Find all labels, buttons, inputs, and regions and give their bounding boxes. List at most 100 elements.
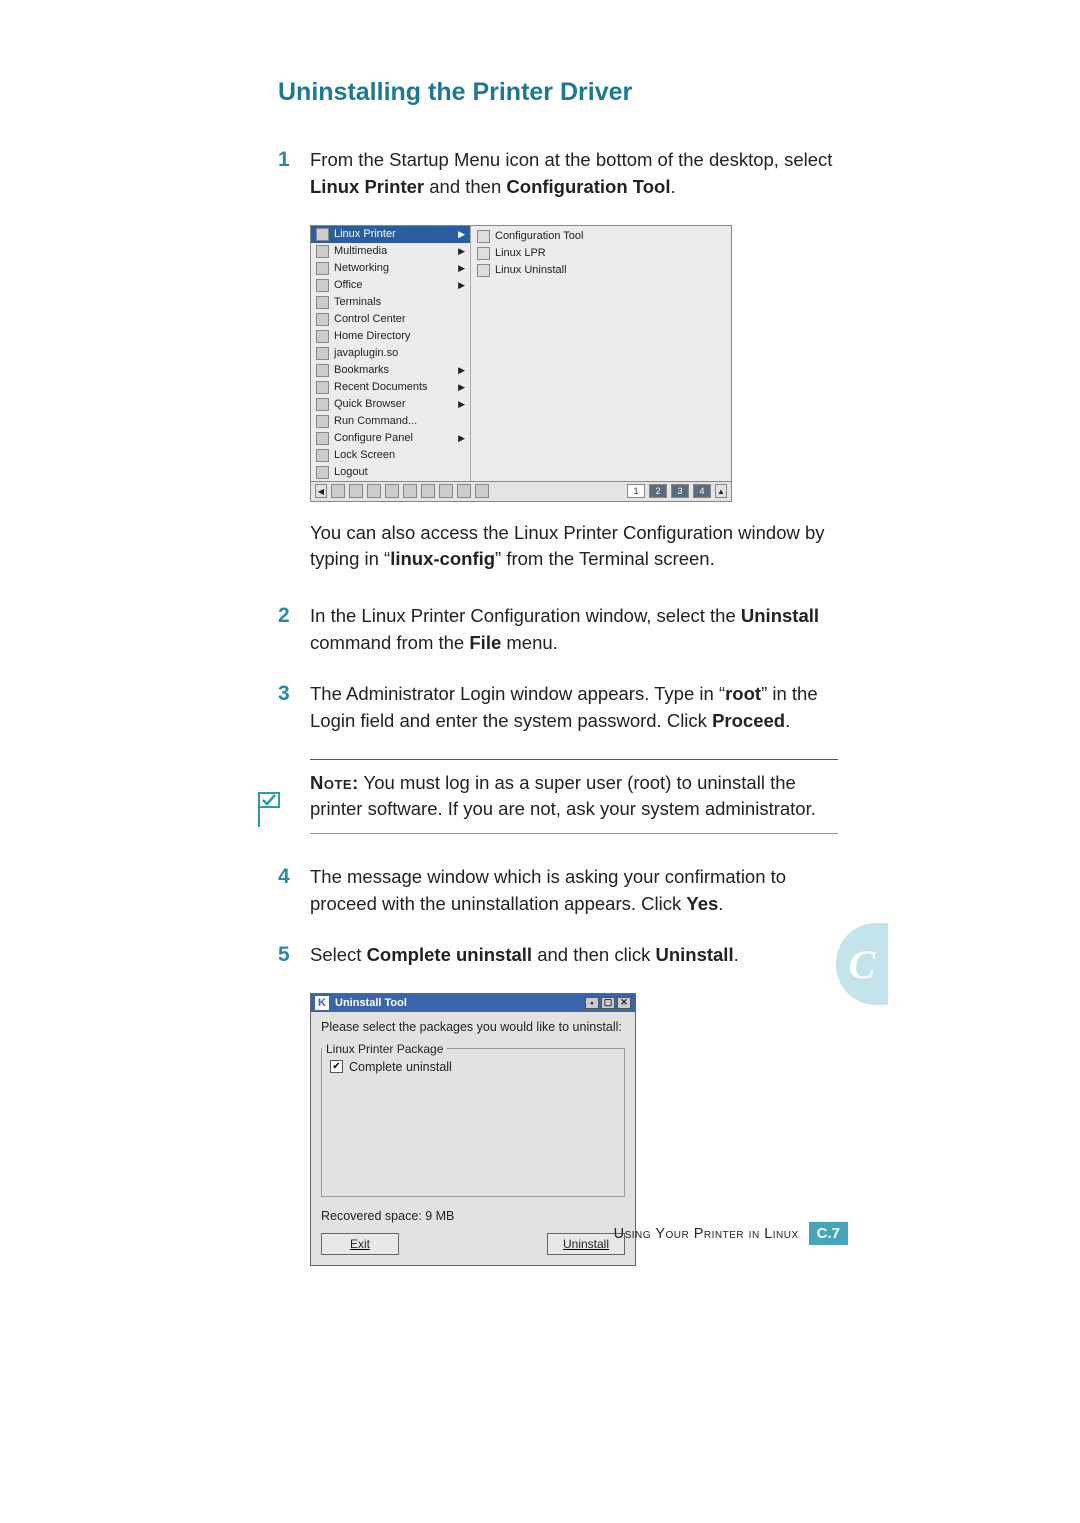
step-1: 1 From the Startup Menu icon at the bott… (278, 147, 838, 201)
note-callout: Note: You must log in as a super user (r… (310, 759, 838, 835)
step-number: 1 (278, 147, 310, 201)
menu-item-linux-printer[interactable]: Linux Printer▶ (311, 226, 470, 243)
taskbar-icon[interactable] (331, 484, 345, 498)
t: . (718, 893, 723, 914)
t: Select (310, 944, 367, 965)
taskbar-icon[interactable] (385, 484, 399, 498)
t: Proceed (712, 710, 785, 731)
note-text: You must log in as a super user (root) t… (310, 772, 816, 820)
menu-item[interactable]: Office▶ (311, 277, 470, 294)
t: and then (424, 176, 506, 197)
badge-prefix: C. (817, 1225, 832, 1242)
label: Linux Uninstall (495, 264, 567, 276)
recovered-space-label: Recovered space: 9 MB (321, 1209, 625, 1223)
t: In the Linux Printer Configuration windo… (310, 605, 741, 626)
app-icon (316, 432, 329, 445)
menu-item[interactable]: Terminals (311, 294, 470, 311)
app-icon (316, 313, 329, 326)
pager-button[interactable]: 4 (693, 484, 711, 498)
t: root (725, 683, 761, 704)
note-label: Note: (310, 772, 359, 793)
app-icon (316, 347, 329, 360)
t: Yes (686, 893, 718, 914)
app-icon (477, 230, 490, 243)
taskbar-icon[interactable] (403, 484, 417, 498)
t: From the Startup Menu icon at the bottom… (310, 149, 832, 170)
checkbox-row[interactable]: ✔ Complete uninstall (322, 1056, 624, 1078)
menu-item[interactable]: Control Center (311, 311, 470, 328)
taskbar-icon[interactable] (475, 484, 489, 498)
submenu-arrow-icon: ▶ (458, 365, 465, 376)
app-icon (316, 381, 329, 394)
t: and then click (532, 944, 655, 965)
submenu-arrow-icon: ▶ (458, 382, 465, 393)
taskbar-left-arrow-icon[interactable]: ◀ (315, 484, 327, 498)
taskbar-up-arrow-icon[interactable]: ▲ (715, 484, 727, 498)
window-maximize-icon[interactable]: ▢ (601, 997, 615, 1009)
t: Linux Printer (310, 176, 424, 197)
menu-item[interactable]: Networking▶ (311, 260, 470, 277)
taskbar-icon[interactable] (349, 484, 363, 498)
app-icon (477, 247, 490, 260)
step-number: 2 (278, 603, 310, 657)
t: Configuration Tool (506, 176, 670, 197)
app-icon (316, 449, 329, 462)
submenu-arrow-icon: ▶ (458, 229, 465, 240)
exit-button[interactable]: Exit (321, 1233, 399, 1255)
menu-item[interactable]: Home Directory (311, 328, 470, 345)
step-text: The message window which is asking your … (310, 864, 838, 918)
label: Linux LPR (495, 247, 546, 259)
submenu-item[interactable]: Configuration Tool (471, 228, 731, 245)
label: Run Command... (334, 415, 417, 427)
submenu-item[interactable]: Linux Uninstall (471, 262, 731, 279)
label: Configuration Tool (495, 230, 583, 242)
app-icon (316, 245, 329, 258)
step-2: 2 In the Linux Printer Configuration win… (278, 603, 838, 657)
window-close-icon[interactable]: ✕ (617, 997, 631, 1009)
window-titlebar[interactable]: K Uninstall Tool • ▢ ✕ (311, 994, 635, 1012)
menu-item[interactable]: Logout (311, 464, 470, 481)
step-3: 3 The Administrator Login window appears… (278, 681, 838, 735)
window-title: Uninstall Tool (335, 997, 407, 1009)
menu-column-left: Linux Printer▶ Multimedia▶ Networking▶ O… (311, 226, 471, 481)
t: linux-config (390, 548, 495, 569)
t: Uninstall (741, 605, 819, 626)
step-number: 5 (278, 942, 310, 969)
pager-button[interactable]: 2 (649, 484, 667, 498)
pager-button[interactable]: 1 (627, 484, 645, 498)
checkbox-icon[interactable]: ✔ (330, 1060, 343, 1073)
t: Complete uninstall (367, 944, 533, 965)
group-label: Linux Printer Package (322, 1042, 447, 1056)
window-app-icon: K (315, 996, 329, 1010)
step-1-followup: You can also access the Linux Printer Co… (310, 520, 838, 574)
taskbar-icon[interactable] (421, 484, 435, 498)
submenu-arrow-icon: ▶ (458, 246, 465, 257)
pager-button[interactable]: 3 (671, 484, 689, 498)
label: Recent Documents (334, 381, 428, 393)
menu-item[interactable]: Recent Documents ▶ (311, 379, 470, 396)
menu-item[interactable]: Multimedia ▶ (311, 243, 470, 260)
t: ” from the Terminal screen. (495, 548, 715, 569)
menu-item[interactable]: Quick Browser▶ (311, 396, 470, 413)
t: . (670, 176, 675, 197)
step-text: The Administrator Login window appears. … (310, 681, 838, 735)
menu-item[interactable]: Run Command... (311, 413, 470, 430)
menu-item[interactable]: Configure Panel▶ (311, 430, 470, 447)
page-heading: Uninstalling the Printer Driver (278, 78, 838, 107)
window-minimize-icon[interactable]: • (585, 997, 599, 1009)
taskbar-icon[interactable] (367, 484, 381, 498)
t: menu. (501, 632, 558, 653)
menu-item[interactable]: Bookmarks▶ (311, 362, 470, 379)
taskbar-icon[interactable] (439, 484, 453, 498)
label: Office (334, 279, 363, 291)
taskbar-icon[interactable] (457, 484, 471, 498)
label: Multimedia (334, 245, 387, 257)
menu-item[interactable]: javaplugin.so (311, 345, 470, 362)
label: Logout (334, 466, 368, 478)
checkmark-flag-icon (257, 791, 291, 829)
badge-num: 7 (832, 1225, 840, 1242)
menu-item[interactable]: Lock Screen (311, 447, 470, 464)
app-icon (316, 398, 329, 411)
label: Networking (334, 262, 389, 274)
submenu-item[interactable]: Linux LPR (471, 245, 731, 262)
